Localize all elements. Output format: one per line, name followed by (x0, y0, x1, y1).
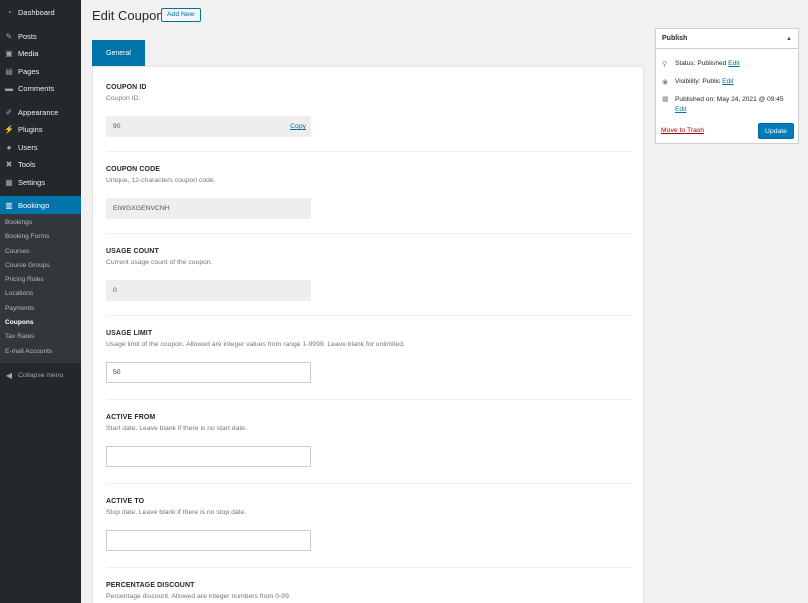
submenu-coupons[interactable]: Coupons (0, 316, 81, 330)
calendar-icon: ▥ (5, 200, 13, 210)
update-button[interactable]: Update (758, 123, 794, 139)
edit-visibility-link[interactable]: Edit (722, 78, 733, 85)
move-to-trash-link[interactable]: Move to Trash (661, 127, 704, 134)
dashboard-icon: ◔ (6, 8, 12, 18)
active-from-input[interactable] (106, 446, 311, 467)
menu-users[interactable]: ● Users (0, 139, 81, 157)
field-description: Stop date. Leave blank if there is no st… (106, 509, 247, 516)
field-description: Current usage count of the coupon. (106, 259, 213, 266)
active-to-input[interactable] (106, 530, 311, 551)
brush-icon: ✐ (5, 107, 13, 117)
submenu-course-groups[interactable]: Course Groups (0, 259, 81, 273)
field-active-to: ACTIVE TO Stop date. Leave blank if ther… (106, 498, 632, 568)
pin-icon: ✎ (5, 31, 13, 41)
submenu-tax-rates[interactable]: Tax Rates (0, 330, 81, 344)
menu-plugins[interactable]: ⚡ Plugins (0, 121, 81, 139)
settings-icon: ▦ (5, 177, 13, 187)
field-active-from: ACTIVE FROM Start date. Leave blank if t… (106, 414, 632, 484)
menu-dashboard[interactable]: ◔ Dashboard (0, 4, 81, 22)
wrench-icon: ✖ (5, 160, 13, 170)
submenu-email-accounts[interactable]: E-mail Accounts (0, 345, 81, 359)
field-description: Usage limit of the coupon. Allowed are i… (106, 341, 405, 348)
submenu-locations[interactable]: Locations (0, 287, 81, 301)
submenu-payments[interactable]: Payments (0, 302, 81, 316)
plug-icon: ⚡ (4, 125, 14, 135)
media-icon: ▣ (5, 49, 13, 59)
pages-icon: ▤ (5, 66, 13, 76)
edit-date-link[interactable]: Edit (675, 106, 686, 113)
eye-icon: ◉ (662, 79, 669, 86)
publish-box: Publish ▲ ⚲ Status: Published Edit ◉ Vis… (655, 28, 799, 144)
toggle-arrow-icon[interactable]: ▲ (786, 36, 792, 42)
submenu-courses[interactable]: Courses (0, 245, 81, 259)
comments-icon: ▬ (5, 84, 13, 94)
field-label: COUPON CODE (106, 166, 160, 173)
submenu-bookings[interactable]: Bookings (0, 216, 81, 230)
menu-tools[interactable]: ✖ Tools (0, 156, 81, 174)
field-label: USAGE LIMIT (106, 330, 153, 337)
usage-limit-input[interactable]: 50 (106, 362, 311, 383)
page-title: Edit Coupon (92, 8, 164, 23)
coupon-fields-panel: COUPON ID Coupon ID. 90 Copy COUPON CODE… (92, 66, 644, 603)
coupon-id-input[interactable]: 90 Copy (106, 116, 311, 137)
admin-sidebar: ◔ Dashboard ✎ Posts ▣ Media ▤ Pages ▬ Comment… (0, 0, 81, 603)
field-label: ACTIVE FROM (106, 414, 156, 421)
field-usage-limit: USAGE LIMIT Usage limit of the coupon. A… (106, 330, 632, 400)
field-coupon-code: COUPON CODE Unique, 12-characters coupon… (106, 166, 632, 234)
submenu-pricing-rules[interactable]: Pricing Rules (0, 273, 81, 287)
field-label: COUPON ID (106, 84, 147, 91)
edit-status-link[interactable]: Edit (728, 60, 739, 67)
add-new-button[interactable]: Add New (161, 8, 201, 22)
field-label: PERCENTAGE DISCOUNT (106, 582, 195, 589)
usage-count-input[interactable]: 0 (106, 280, 311, 301)
field-description: Coupon ID. (106, 95, 141, 102)
publish-date: ▦ Published on: May 24, 2021 @ 09:45 Edit (662, 96, 784, 113)
menu-media[interactable]: ▣ Media (0, 45, 81, 63)
field-coupon-id: COUPON ID Coupon ID. 90 Copy (106, 84, 632, 152)
field-description: Percentage discount. Allowed are integer… (106, 593, 291, 600)
submenu-booking-forms[interactable]: Booking Forms (0, 230, 81, 244)
field-percentage-discount: PERCENTAGE DISCOUNT Percentage discount.… (106, 582, 632, 603)
field-usage-count: USAGE COUNT Current usage count of the c… (106, 248, 632, 316)
publish-visibility: ◉ Visibility: Public Edit (662, 78, 734, 86)
copy-link[interactable]: Copy (290, 123, 306, 130)
field-label: ACTIVE TO (106, 498, 145, 505)
menu-appearance[interactable]: ✐ Appearance (0, 104, 81, 122)
menu-posts[interactable]: ✎ Posts (0, 28, 81, 46)
coupon-code-input[interactable]: EIWGXGENVCNH (106, 198, 311, 219)
collapse-menu-button[interactable]: ◀ Collapse menu (0, 367, 81, 385)
menu-bookingo[interactable]: ▥ Bookingo (0, 196, 81, 214)
menu-settings[interactable]: ▦ Settings (0, 174, 81, 192)
tab-general[interactable]: General (92, 40, 145, 67)
collapse-icon: ◀ (5, 371, 13, 381)
field-description: Unique, 12-characters coupon code. (106, 177, 216, 184)
menu-comments[interactable]: ▬ Comments (0, 80, 81, 98)
publish-status: ⚲ Status: Published Edit (662, 60, 740, 68)
publish-header[interactable]: Publish ▲ (656, 29, 798, 49)
users-icon: ● (6, 142, 12, 152)
field-description: Start date. Leave blank if there is no s… (106, 425, 247, 432)
pin-icon: ⚲ (662, 61, 668, 68)
bookingo-submenu: Bookings Booking Forms Courses Course Gr… (0, 214, 81, 363)
field-label: USAGE COUNT (106, 248, 159, 255)
calendar-icon: ▦ (662, 96, 669, 103)
menu-pages[interactable]: ▤ Pages (0, 63, 81, 81)
